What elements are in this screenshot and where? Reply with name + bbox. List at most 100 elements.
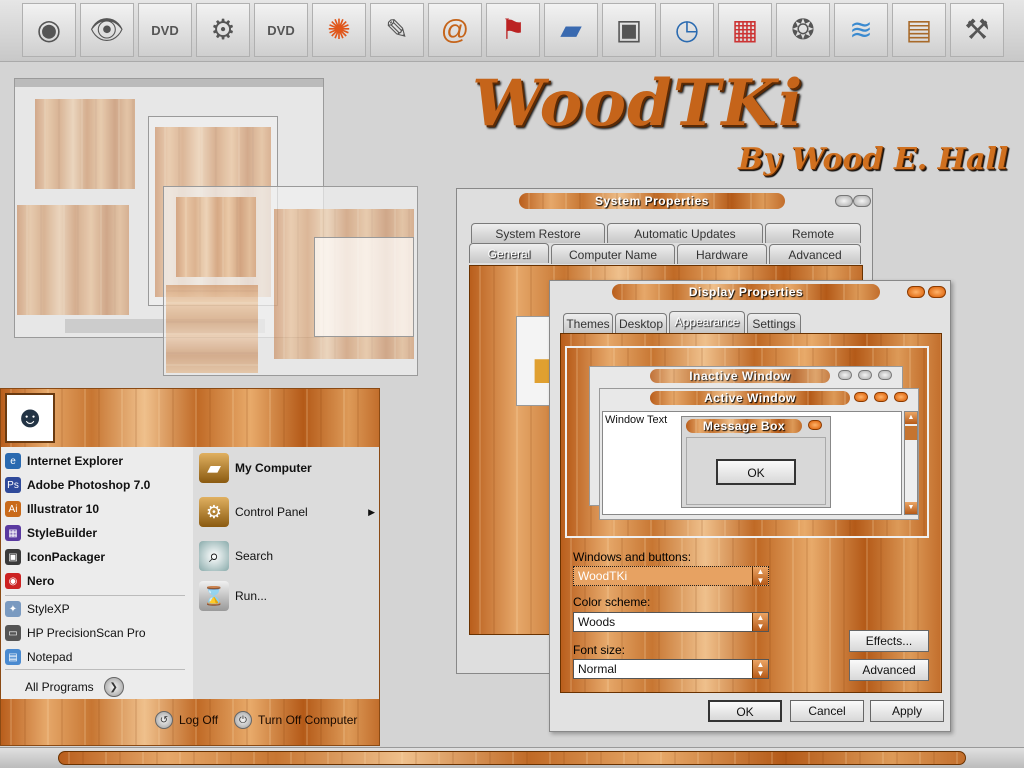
color-scheme-select[interactable]: Woods ▲ ▼ xyxy=(573,612,769,632)
apply-button[interactable]: Apply xyxy=(870,700,944,722)
tab-settings[interactable]: Settings xyxy=(747,313,801,333)
close-icon[interactable] xyxy=(853,195,871,207)
start-item-illustrator[interactable]: Ai Illustrator 10 xyxy=(5,499,99,519)
start-item-stylexp[interactable]: ✦ StyleXP xyxy=(5,599,70,619)
tab-hardware[interactable]: Hardware xyxy=(677,244,767,264)
wave-icon[interactable]: ≋ xyxy=(834,3,888,57)
start-item-hp-precisionscan[interactable]: ▭ HP PrecisionScan Pro xyxy=(5,623,146,643)
theme-logo-title: WoodTKi xyxy=(472,66,804,141)
start-item-label: Illustrator 10 xyxy=(27,502,100,516)
appearance-preview: Inactive Window Active Window Window Tex… xyxy=(565,346,929,538)
cabinet-icon[interactable]: ▤ xyxy=(892,3,946,57)
inactive-window-title: Inactive Window xyxy=(650,369,830,383)
start-item-notepad[interactable]: ▤ Notepad xyxy=(5,647,72,667)
scroll-down-icon: ▼ xyxy=(905,502,917,514)
start-item-stylebuilder[interactable]: ▦ StyleBuilder xyxy=(5,523,97,543)
start-item-label: IconPackager xyxy=(27,550,106,564)
clock-icon[interactable]: ◷ xyxy=(660,3,714,57)
eye-icon[interactable]: 👁 xyxy=(80,3,134,57)
arrow-right-icon: ❯ xyxy=(103,677,124,697)
start-menu-places: ▰ My Computer ⚙ Control Panel ▶ ⌕ Search… xyxy=(193,447,379,699)
tab-appearance[interactable]: Appearance xyxy=(669,311,745,333)
dvd-video-icon[interactable]: DVD xyxy=(254,3,308,57)
submenu-arrow-icon: ▶ xyxy=(368,506,375,517)
start-item-search[interactable]: ⌕ Search xyxy=(199,541,273,571)
start-item-nero[interactable]: ◉ Nero xyxy=(5,571,54,591)
tab-remote[interactable]: Remote xyxy=(765,223,861,243)
hammer-icon[interactable]: ⚒ xyxy=(950,3,1004,57)
control-panel-icon: ⚙ xyxy=(199,497,229,527)
inactive-minimize-icon xyxy=(838,370,852,380)
tab-system-restore[interactable]: System Restore xyxy=(471,223,605,243)
all-programs-button[interactable]: All Programs ❯ xyxy=(25,677,124,697)
start-item-label: StyleXP xyxy=(27,602,70,616)
power-icon: ⏻ xyxy=(234,711,252,729)
start-item-label: HP PrecisionScan Pro xyxy=(27,626,146,640)
start-menu-programs: e Internet Explorer Ps Adobe Photoshop 7… xyxy=(1,447,193,699)
bubbles-icon[interactable]: ❂ xyxy=(776,3,830,57)
taskbar xyxy=(0,747,1024,768)
turn-off-button[interactable]: ⏻ Turn Off Computer xyxy=(234,711,357,729)
message-box-title: Message Box xyxy=(686,419,802,433)
start-item-run[interactable]: ⌛ Run... xyxy=(199,581,267,611)
windows-buttons-label: Windows and buttons: xyxy=(573,550,692,564)
start-item-iconpackager[interactable]: ▣ IconPackager xyxy=(5,547,105,567)
appearance-panel: Inactive Window Active Window Window Tex… xyxy=(560,333,942,693)
start-item-control-panel[interactable]: ⚙ Control Panel ▶ xyxy=(199,497,375,527)
minimize-icon[interactable] xyxy=(835,195,853,207)
all-programs-label: All Programs xyxy=(25,680,94,694)
tab-advanced[interactable]: Advanced xyxy=(769,244,861,264)
start-item-photoshop[interactable]: Ps Adobe Photoshop 7.0 xyxy=(5,475,150,495)
paint-icon[interactable]: ▦ xyxy=(718,3,772,57)
log-off-button[interactable]: ↺ Log Off xyxy=(155,711,218,729)
start-menu-header: ☻ xyxy=(1,389,379,447)
start-menu-divider xyxy=(5,595,185,596)
monitor-icon[interactable]: ▣ xyxy=(602,3,656,57)
dvd-icon[interactable]: DVD xyxy=(138,3,192,57)
run-icon: ⌛ xyxy=(199,581,229,611)
font-size-label: Font size: xyxy=(573,643,626,657)
tab-desktop[interactable]: Desktop xyxy=(615,313,667,333)
tools-icon[interactable]: ✎ xyxy=(370,3,424,57)
close-icon[interactable] xyxy=(928,286,946,298)
search-icon: ⌕ xyxy=(199,541,229,571)
chevron-updown-icon: ▲ ▼ xyxy=(752,660,768,678)
advanced-button[interactable]: Advanced xyxy=(849,659,929,681)
flag-icon[interactable]: ⚑ xyxy=(486,3,540,57)
active-close-icon xyxy=(894,392,908,402)
start-item-internet-explorer[interactable]: e Internet Explorer xyxy=(5,451,123,471)
cancel-button[interactable]: Cancel xyxy=(790,700,864,722)
swirl-icon[interactable]: ✺ xyxy=(312,3,366,57)
log-off-label: Log Off xyxy=(179,713,219,727)
font-size-select[interactable]: Normal ▲ ▼ xyxy=(573,659,769,679)
tab-computer-name[interactable]: Computer Name xyxy=(551,244,675,264)
stylebuilder-icon: ▦ xyxy=(5,525,21,541)
folder-icon[interactable]: ▰ xyxy=(544,3,598,57)
minimize-icon[interactable] xyxy=(907,286,925,298)
start-menu: ☻ e Internet Explorer Ps Adobe Photoshop… xyxy=(0,388,380,746)
active-window-title: Active Window xyxy=(650,391,850,405)
illustrator-icon: Ai xyxy=(5,501,21,517)
notepad-icon: ▤ xyxy=(5,649,21,665)
browser-icon[interactable]: ◉ xyxy=(22,3,76,57)
tab-themes[interactable]: Themes xyxy=(563,313,613,333)
log-off-icon: ↺ xyxy=(155,711,173,729)
color-scheme-value: Woods xyxy=(578,615,616,629)
my-computer-icon: ▰ xyxy=(199,453,229,483)
message-close-icon xyxy=(808,420,822,430)
tab-automatic-updates[interactable]: Automatic Updates xyxy=(607,223,763,243)
theme-logo-byline: By Wood E. Hall xyxy=(738,142,1009,177)
effects-button[interactable]: Effects... xyxy=(849,630,929,652)
email-icon[interactable]: @ xyxy=(428,3,482,57)
nero-icon: ◉ xyxy=(5,573,21,589)
start-item-my-computer[interactable]: ▰ My Computer xyxy=(199,453,312,483)
ok-button[interactable]: OK xyxy=(708,700,782,722)
start-item-label: Adobe Photoshop 7.0 xyxy=(27,478,151,492)
inactive-maximize-icon xyxy=(858,370,872,380)
tab-general[interactable]: General xyxy=(469,243,549,263)
avatar[interactable]: ☻ xyxy=(5,393,55,443)
iconpackager-icon: ▣ xyxy=(5,549,21,565)
windows-buttons-select[interactable]: WoodTKi ▲ ▼ xyxy=(573,566,769,586)
taskbar-strip[interactable] xyxy=(58,751,966,765)
control-panel-icon[interactable]: ⚙ xyxy=(196,3,250,57)
